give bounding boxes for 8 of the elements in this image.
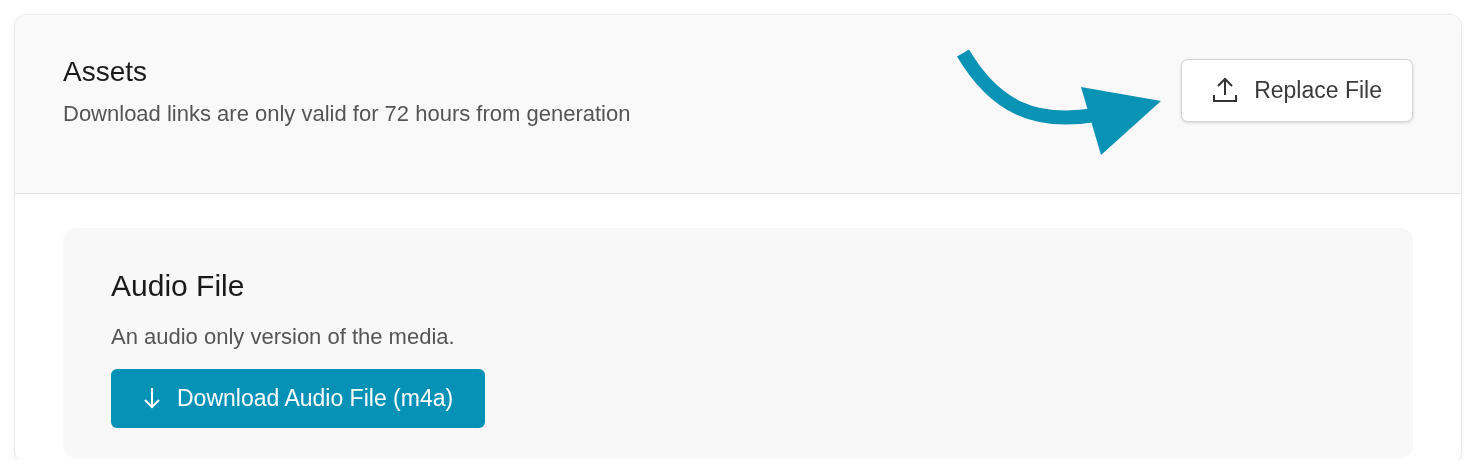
download-button[interactable]: Download Audio File (m4a) <box>111 369 486 428</box>
section-subtitle: Download links are only valid for 72 hours from generation <box>63 99 631 128</box>
asset-description: An audio only version of the media. <box>111 323 456 351</box>
replace-file-button[interactable]: Replace File <box>1181 59 1413 122</box>
upload-icon <box>1212 76 1239 105</box>
download-icon <box>143 386 161 411</box>
asset-title: Audio File <box>111 268 246 304</box>
section-title: Assets <box>63 55 149 89</box>
